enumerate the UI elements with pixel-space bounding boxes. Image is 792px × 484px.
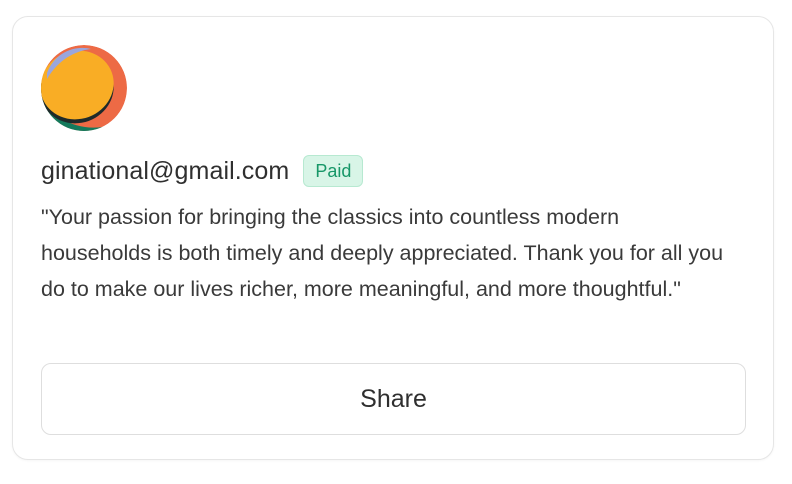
status-badge: Paid: [303, 155, 364, 187]
avatar-icon: [41, 45, 127, 131]
testimonial-card: ginational@gmail.com Paid "Your passion …: [12, 16, 774, 460]
user-email: ginational@gmail.com: [41, 156, 290, 185]
user-avatar: [41, 45, 127, 131]
user-info-row: ginational@gmail.com Paid: [41, 153, 364, 189]
share-button[interactable]: Share: [41, 363, 746, 435]
testimonial-quote: "Your passion for bringing the classics …: [41, 205, 724, 301]
